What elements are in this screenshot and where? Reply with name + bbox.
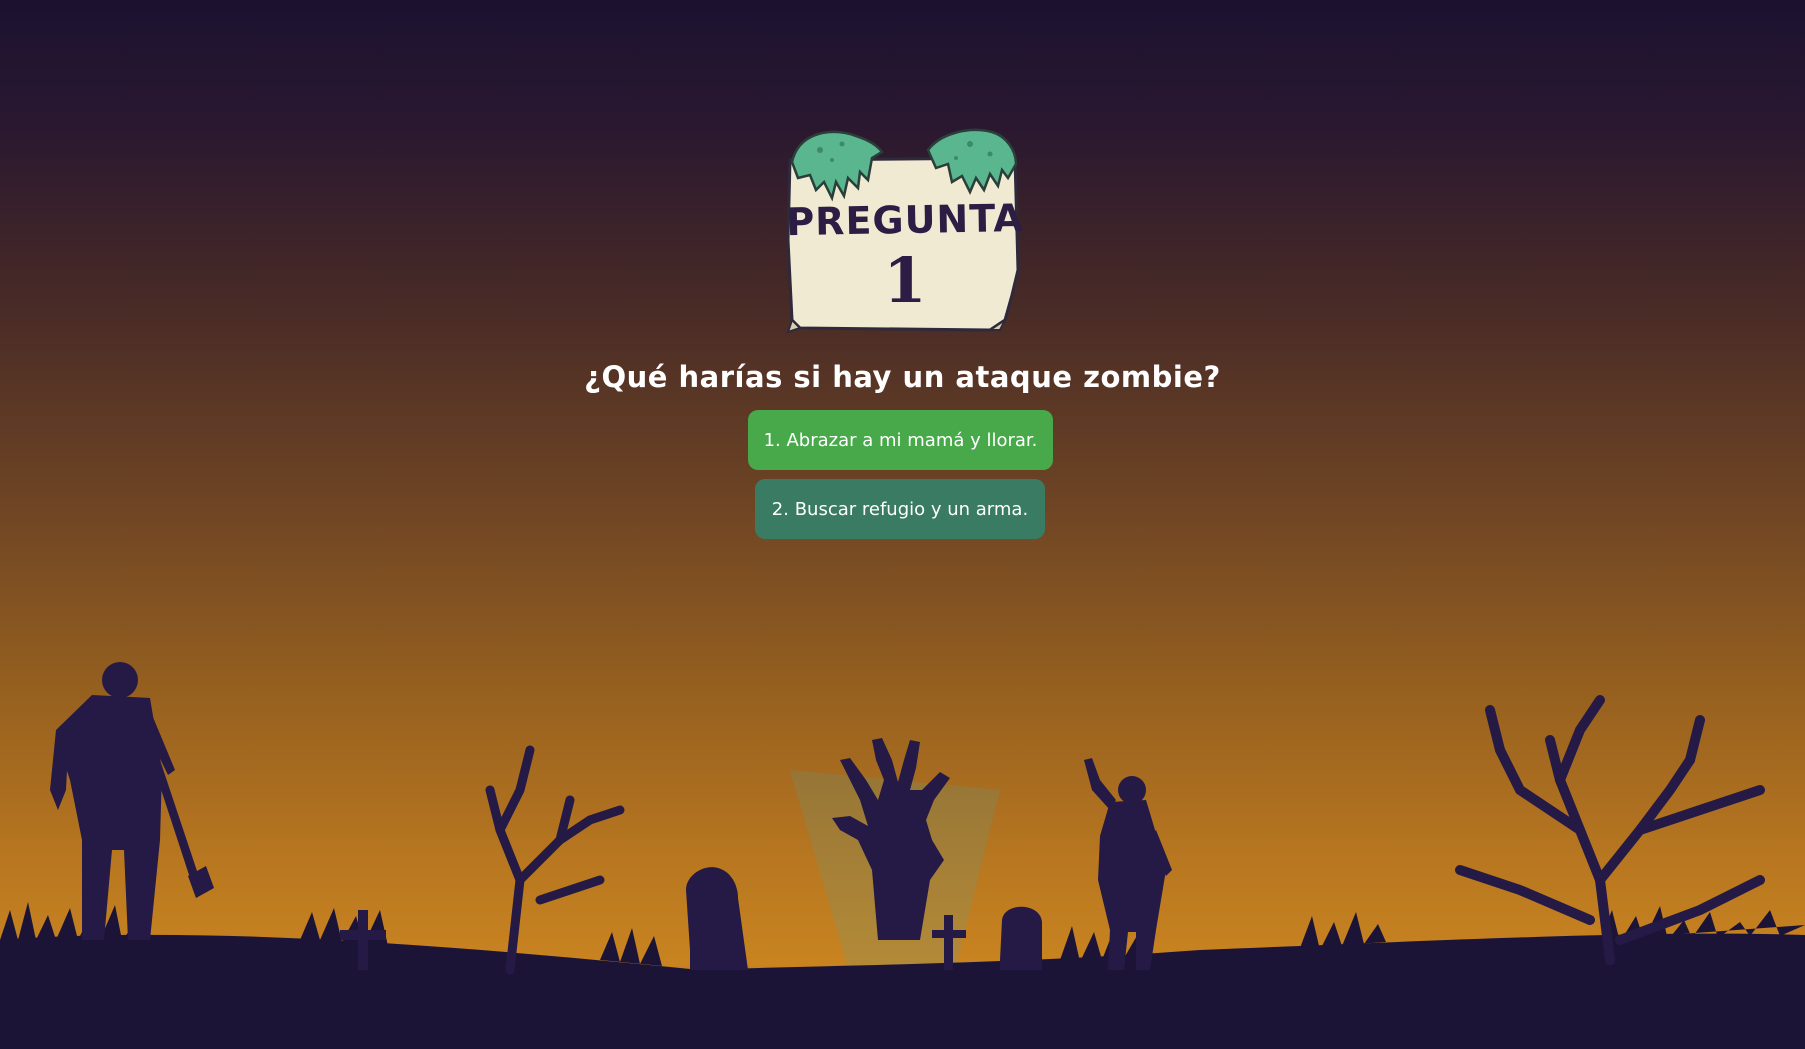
question-text: ¿Qué harías si hay un ataque zombie? <box>584 360 1221 394</box>
answer-button-1[interactable]: 1. Abrazar a mi mamá y llorar. <box>748 410 1053 470</box>
tree-left <box>485 745 625 975</box>
answer-label-1: 1. Abrazar a mi mamá y llorar. <box>763 429 1038 451</box>
answer-label-2: 2. Buscar refugio y un arma. <box>771 498 1029 520</box>
answer-button-2[interactable]: 2. Buscar refugio y un arma. <box>755 479 1045 539</box>
zombie-left-silhouette <box>50 662 214 940</box>
graveyard-scene <box>0 662 1805 1049</box>
tombstone-left <box>686 867 748 970</box>
tree-right <box>1455 695 1765 965</box>
sign-title: PREGUNTA <box>785 195 1025 245</box>
question-sign: PREGUNTA 1 <box>780 120 1030 340</box>
question-number: 1 <box>883 244 927 317</box>
zombie-right-silhouette <box>1084 758 1172 970</box>
tombstone-right <box>1000 906 1042 970</box>
